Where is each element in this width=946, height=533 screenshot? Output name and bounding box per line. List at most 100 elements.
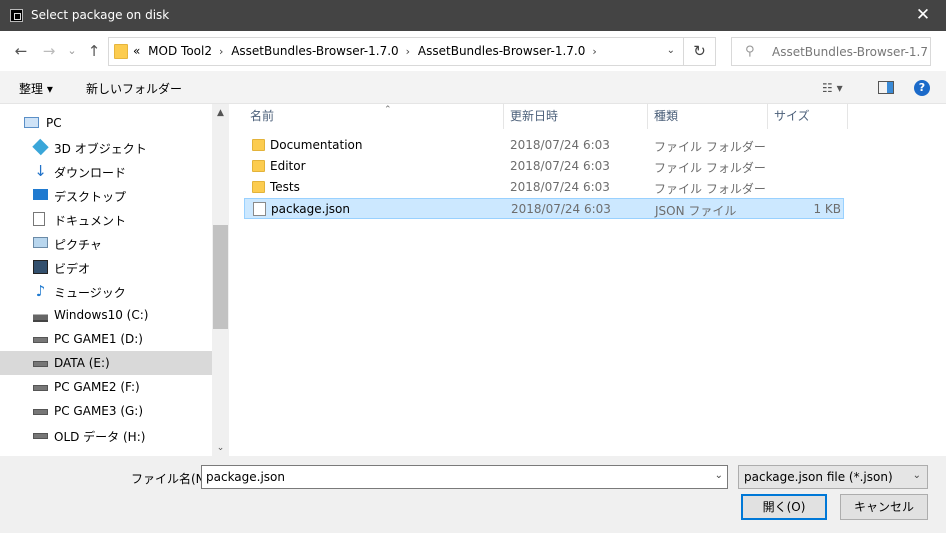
chevron-right-icon[interactable]: › <box>406 45 410 58</box>
pictures-icon <box>33 237 48 248</box>
column-header-name[interactable]: 名前 ⌃ <box>244 104 504 129</box>
nav-item-videos[interactable]: ビデオ <box>0 255 212 279</box>
folder-icon <box>252 139 265 151</box>
nav-item-pictures[interactable]: ピクチャ <box>0 231 212 255</box>
back-arrow-icon[interactable]: ← <box>11 41 31 61</box>
nav-item-music[interactable]: ♪ ミュージック <box>0 279 212 303</box>
chevron-right-icon[interactable]: › <box>592 45 596 58</box>
navigation-scrollbar[interactable]: ▲ ⌄ <box>212 104 229 456</box>
nav-item-drive-e[interactable]: DATA (E:) <box>0 351 212 375</box>
search-input[interactable]: ⚲ AssetBundles-Browser-1.7.0... <box>731 37 931 66</box>
breadcrumb-item[interactable]: AssetBundles-Browser-1.7.0 <box>418 44 585 58</box>
view-options-icon[interactable]: ☷ ▾ <box>822 81 843 95</box>
new-folder-button[interactable]: 新しいフォルダー <box>86 80 182 97</box>
nav-item-desktop[interactable]: デスクトップ <box>0 183 212 207</box>
search-placeholder: AssetBundles-Browser-1.7.0... <box>772 45 928 59</box>
file-row[interactable]: Documentation 2018/07/24 6:03 ファイル フォルダー <box>244 135 844 156</box>
column-header-size[interactable]: サイズ <box>768 104 848 129</box>
breadcrumb-item[interactable]: AssetBundles-Browser-1.7.0 <box>231 44 398 58</box>
nav-item-label: ビデオ <box>54 262 91 276</box>
system-drive-icon <box>33 308 48 322</box>
nav-item-label: PC GAME2 (F:) <box>54 380 140 394</box>
dialog-footer: ファイル名(N): package.json ⌄ package.json fi… <box>0 456 946 533</box>
forward-arrow-icon[interactable]: → <box>39 41 59 61</box>
command-bar: 整理 ▾ 新しいフォルダー ☷ ▾ ? <box>0 71 946 104</box>
file-date: 2018/07/24 6:03 <box>511 202 611 216</box>
column-header-label: 名前 <box>250 109 275 123</box>
chevron-down-icon[interactable]: ⌄ <box>913 470 921 481</box>
file-row[interactable]: Editor 2018/07/24 6:03 ファイル フォルダー <box>244 156 844 177</box>
nav-item-label: OLD データ (H:) <box>54 430 146 444</box>
close-icon[interactable]: ✕ <box>900 0 946 31</box>
desktop-icon <box>33 189 48 200</box>
scrollbar-thumb[interactable] <box>213 225 228 329</box>
title-bar: Select package on disk ✕ <box>0 0 946 31</box>
search-icon: ⚲ <box>745 44 755 59</box>
folder-icon <box>114 44 128 59</box>
chevron-down-icon[interactable]: ⌄ <box>715 470 723 481</box>
column-header-date[interactable]: 更新日時 <box>504 104 648 129</box>
drive-icon <box>33 385 48 391</box>
videos-icon <box>33 260 48 274</box>
column-header-type[interactable]: 種類 <box>648 104 768 129</box>
chevron-right-icon[interactable]: › <box>219 45 223 58</box>
filename-input[interactable]: package.json ⌄ <box>201 465 728 489</box>
folder-icon <box>252 160 265 172</box>
app-icon <box>10 9 23 22</box>
column-header-label: 更新日時 <box>510 109 559 123</box>
address-bar[interactable]: « MOD Tool2 › AssetBundles-Browser-1.7.0 ›… <box>108 37 716 66</box>
folder-icon <box>252 181 265 193</box>
open-button[interactable]: 開く(O) <box>741 494 827 520</box>
nav-item-label: PC GAME3 (G:) <box>54 404 144 418</box>
drive-icon <box>33 337 48 343</box>
drive-icon <box>33 409 48 415</box>
file-list: 名前 ⌃ 更新日時 種類 サイズ Documentation 2018/07/2… <box>229 104 946 456</box>
nav-item-drive-c[interactable]: Windows10 (C:) <box>0 303 212 327</box>
nav-item-drive-h[interactable]: OLD データ (H:) <box>0 423 212 447</box>
refresh-icon[interactable]: ↻ <box>683 38 715 65</box>
nav-item-pc[interactable]: PC <box>0 111 212 135</box>
pc-icon <box>24 117 39 128</box>
file-name: Editor <box>270 159 306 173</box>
nav-item-label: ダウンロード <box>54 166 127 180</box>
up-arrow-icon[interactable]: ↑ <box>84 41 104 61</box>
navigation-pane: PC 3D オブジェクト ↓ ダウンロード デスクトップ ドキュメント ピクチャ… <box>0 104 212 456</box>
scroll-up-icon[interactable]: ▲ <box>212 108 229 118</box>
file-type: ファイル フォルダー <box>654 161 766 175</box>
chevron-down-icon[interactable]: ⌄ <box>667 45 675 56</box>
file-type: ファイル フォルダー <box>654 182 766 196</box>
drive-icon <box>33 361 48 367</box>
nav-item-drive-f[interactable]: PC GAME2 (F:) <box>0 375 212 399</box>
help-icon[interactable]: ? <box>914 80 930 96</box>
recent-locations-icon[interactable]: ⌄ <box>62 41 82 61</box>
nav-item-3d-objects[interactable]: 3D オブジェクト <box>0 135 212 159</box>
file-type: ファイル フォルダー <box>654 140 766 154</box>
file-name: Tests <box>270 180 300 194</box>
file-name: package.json <box>271 202 351 216</box>
preview-pane-icon[interactable] <box>878 81 894 94</box>
file-date: 2018/07/24 6:03 <box>510 180 610 194</box>
nav-item-documents[interactable]: ドキュメント <box>0 207 212 231</box>
window-title: Select package on disk <box>31 8 170 22</box>
breadcrumb: « MOD Tool2 › AssetBundles-Browser-1.7.0 ›… <box>133 44 601 58</box>
nav-item-label: Windows10 (C:) <box>54 308 149 322</box>
filename-value: package.json <box>206 470 286 484</box>
nav-item-drive-d[interactable]: PC GAME1 (D:) <box>0 327 212 351</box>
file-type-filter[interactable]: package.json file (*.json) ⌄ <box>738 465 928 489</box>
nav-item-downloads[interactable]: ↓ ダウンロード <box>0 159 212 183</box>
scroll-down-icon[interactable]: ⌄ <box>212 443 229 453</box>
organize-button[interactable]: 整理 ▾ <box>19 80 53 97</box>
music-icon: ♪ <box>35 282 46 300</box>
breadcrumb-overflow[interactable]: « <box>133 44 140 58</box>
nav-item-label: DATA (E:) <box>54 356 110 370</box>
file-row[interactable]: Tests 2018/07/24 6:03 ファイル フォルダー <box>244 177 844 198</box>
nav-item-drive-g[interactable]: PC GAME3 (G:) <box>0 399 212 423</box>
nav-item-label: ドキュメント <box>54 214 127 228</box>
drive-icon <box>33 433 48 439</box>
file-row-selected[interactable]: package.json 2018/07/24 6:03 JSON ファイル 1… <box>244 198 844 219</box>
cancel-button[interactable]: キャンセル <box>840 494 928 520</box>
filter-value: package.json file (*.json) <box>744 470 893 484</box>
nav-item-label: ミュージック <box>54 286 126 300</box>
column-header-label: サイズ <box>774 109 810 123</box>
breadcrumb-item[interactable]: MOD Tool2 <box>148 44 212 58</box>
